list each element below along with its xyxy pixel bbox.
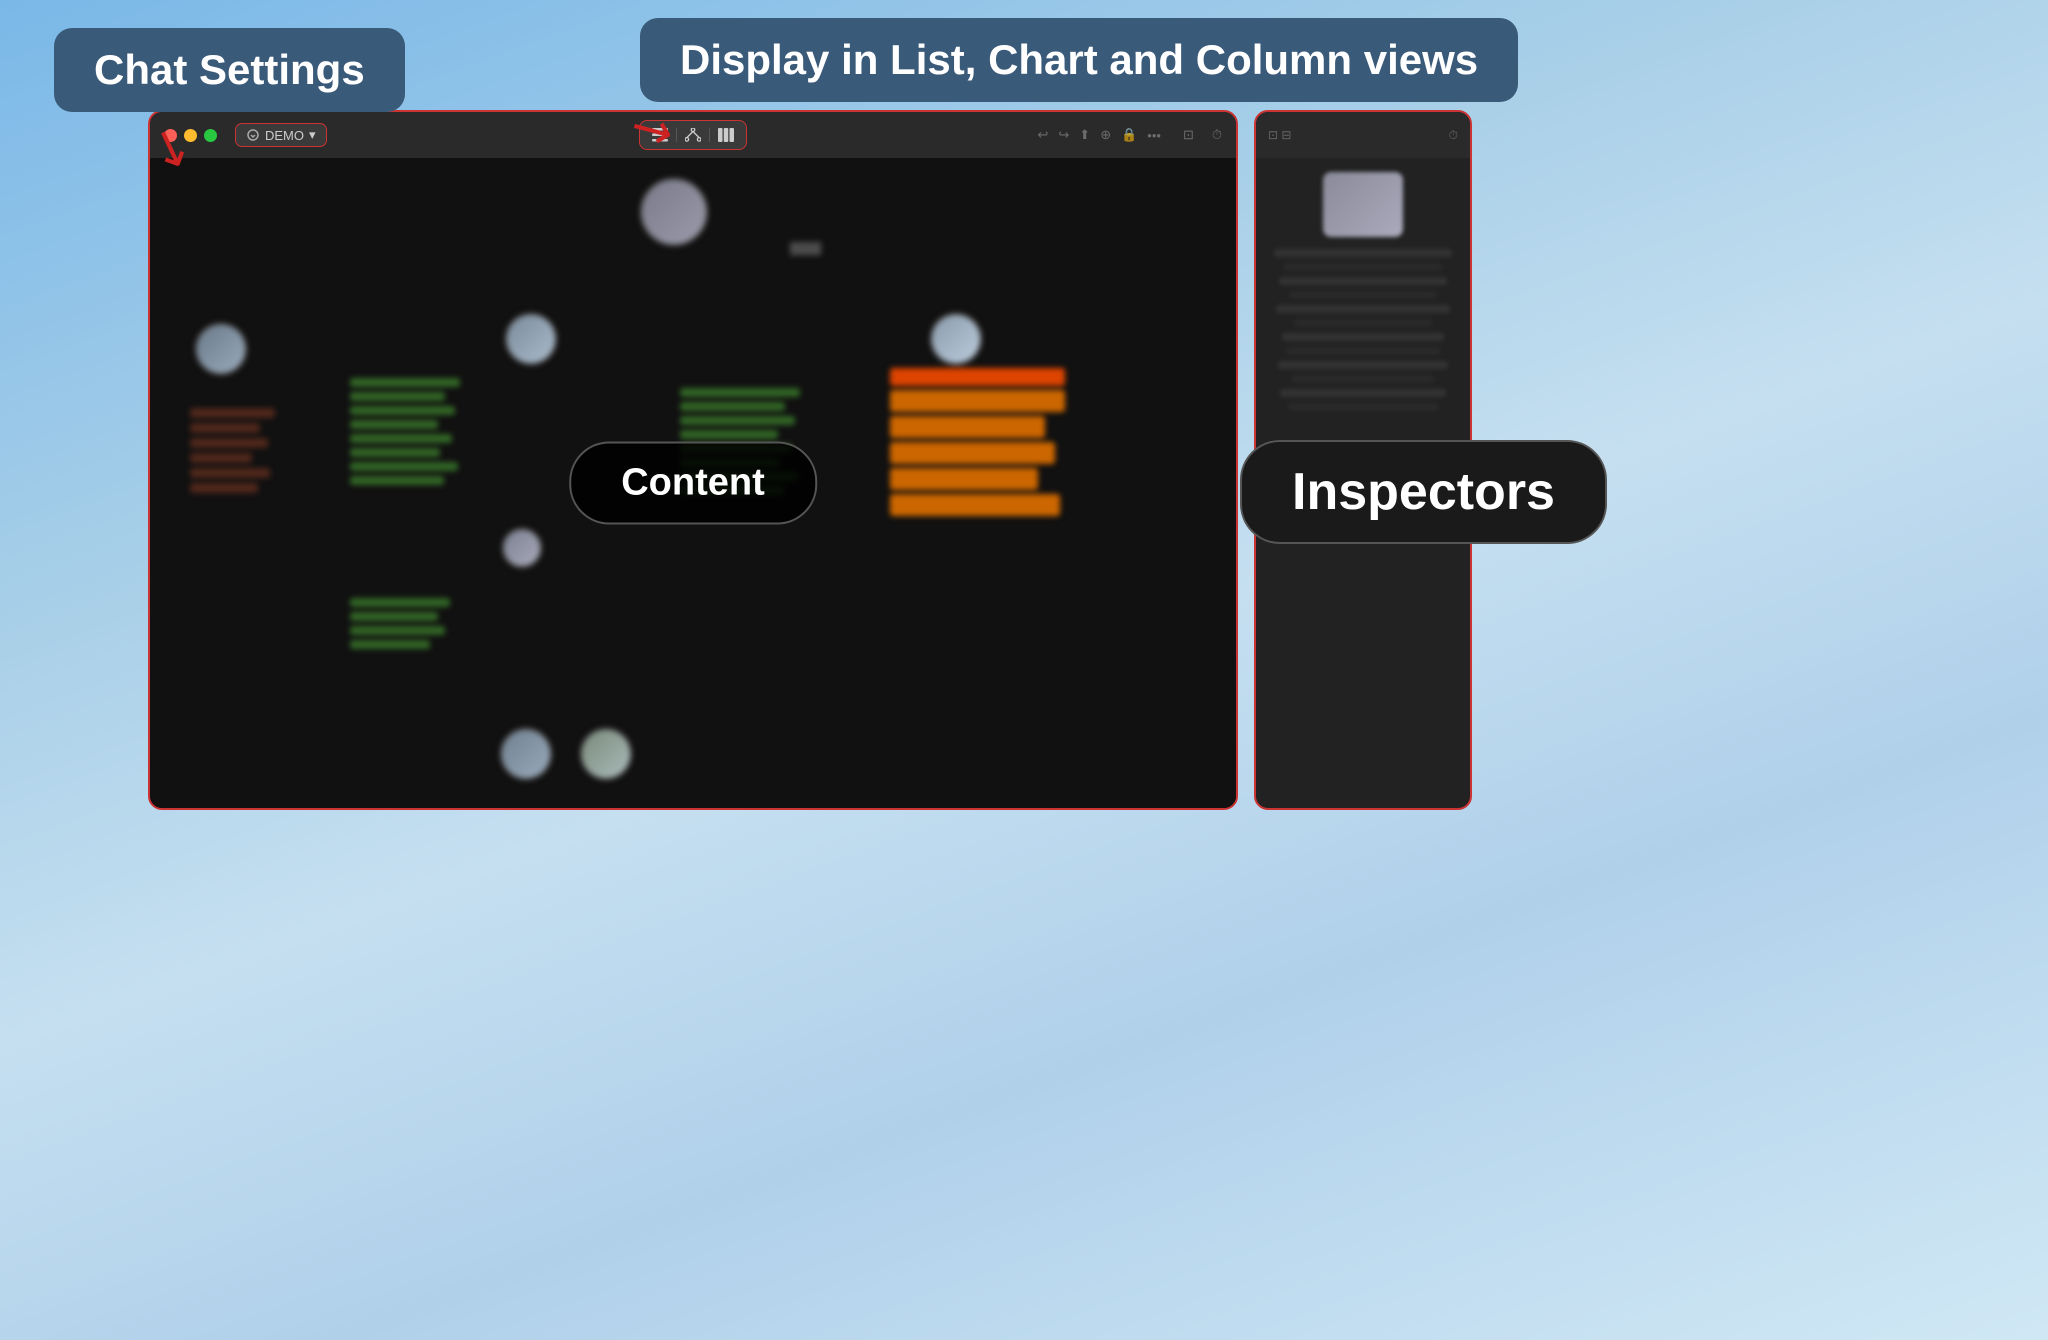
green-bar-lo2 xyxy=(350,612,438,621)
green-bar-l3 xyxy=(350,406,455,415)
avatar-node-bottom-right xyxy=(580,728,632,780)
chart-view-button[interactable] xyxy=(683,125,703,145)
demo-label: DEMO xyxy=(265,128,304,143)
panel-header-icons: ⊡ ⊟ xyxy=(1268,128,1291,142)
green-bar-lo4 xyxy=(350,640,430,649)
green-bar-l8 xyxy=(350,476,444,485)
inspectors-label: Inspectors xyxy=(1240,440,1607,544)
top-right-label: ████ xyxy=(790,243,821,255)
brown-bar-1 xyxy=(190,408,275,418)
orange-bar-2 xyxy=(890,416,1045,438)
green-bar-l4 xyxy=(350,420,438,429)
green-bar-c2 xyxy=(680,402,785,411)
content-label: Content xyxy=(569,442,817,525)
demo-chevron: ▾ xyxy=(309,127,316,143)
brown-bars-left xyxy=(190,408,275,493)
brown-bar-5 xyxy=(190,468,270,478)
inspectors-text: Inspectors xyxy=(1292,463,1555,521)
panel-line-3 xyxy=(1279,277,1447,285)
panel-line-10 xyxy=(1292,375,1435,383)
avatar-sub-left xyxy=(502,528,542,568)
green-bar-l1 xyxy=(350,378,460,387)
brown-bar-3 xyxy=(190,438,268,448)
orange-bar-5 xyxy=(890,494,1060,516)
org-chart-area: ████ xyxy=(150,158,1236,808)
title-bar: DEMO ▾ xyxy=(150,112,1236,158)
chat-settings-label: Chat Settings xyxy=(94,46,365,93)
green-bar-c1 xyxy=(680,388,800,397)
maximize-button[interactable] xyxy=(204,129,217,142)
inspectors-panel-header: ⊡ ⊟ ⏱ xyxy=(1256,112,1470,158)
green-bar-l2 xyxy=(350,392,445,401)
panel-line-8 xyxy=(1286,347,1440,355)
share-button[interactable]: ⬆ xyxy=(1079,127,1090,143)
demo-dropdown-button[interactable]: DEMO ▾ xyxy=(235,123,327,147)
panel-line-2 xyxy=(1284,263,1442,271)
green-bar-c4 xyxy=(680,430,778,439)
green-bar-l7 xyxy=(350,462,458,471)
sidebar-toggle[interactable]: ⊡ xyxy=(1183,127,1194,143)
content-text: Content xyxy=(621,462,765,504)
avatar-left xyxy=(195,323,247,375)
green-bar-lo1 xyxy=(350,598,450,607)
redo-button[interactable]: ↪ xyxy=(1058,127,1069,143)
settings-button[interactable]: ⊕ xyxy=(1100,127,1111,143)
avatar-top xyxy=(640,178,708,246)
brown-bar-6 xyxy=(190,483,258,493)
app-window: DEMO ▾ xyxy=(148,110,1238,810)
chat-settings-tooltip: Chat Settings xyxy=(54,28,405,112)
orange-header xyxy=(890,368,1065,386)
panel-line-11 xyxy=(1280,389,1446,397)
panel-line-12 xyxy=(1288,403,1438,411)
avatar-right xyxy=(930,313,982,365)
avatar-node-sub-left xyxy=(502,528,542,568)
panel-line-4 xyxy=(1289,291,1438,299)
display-views-tooltip: Display in List, Chart and Column views xyxy=(640,18,1518,102)
panel-line-9 xyxy=(1278,361,1448,369)
panel-line-5 xyxy=(1276,305,1450,313)
green-bars-left xyxy=(350,378,460,485)
orange-bar-3 xyxy=(890,442,1055,464)
avatar-center-left xyxy=(505,313,557,365)
undo-button[interactable]: ↩ xyxy=(1037,127,1048,143)
panel-header-right: ⏱ xyxy=(1449,128,1458,143)
panel-avatar xyxy=(1323,172,1403,237)
green-bar-l6 xyxy=(350,448,440,457)
avatar-node-right xyxy=(930,313,982,365)
panel-content xyxy=(1256,158,1470,419)
right-toolbar: ↩ ↪ ⬆ ⊕ 🔒 ••• ⊡ ⏱ xyxy=(1037,127,1222,143)
toolbar-sep-2 xyxy=(709,128,710,142)
avatar-node-left xyxy=(195,323,247,375)
orange-bar-4 xyxy=(890,468,1038,490)
panel-line-7 xyxy=(1282,333,1444,341)
orange-bar-1 xyxy=(890,390,1065,412)
clock-button[interactable]: ⏱ xyxy=(1212,127,1222,143)
green-bar-l5 xyxy=(350,434,452,443)
avatar-bottom-right xyxy=(580,728,632,780)
more-button[interactable]: ••• xyxy=(1147,128,1161,143)
green-bar-c3 xyxy=(680,416,795,425)
display-views-label: Display in List, Chart and Column views xyxy=(680,36,1478,83)
avatar-node-center-left xyxy=(505,313,557,365)
column-view-button[interactable] xyxy=(716,125,736,145)
orange-section xyxy=(890,368,1065,390)
orange-bars xyxy=(890,390,1065,516)
green-bar-lo3 xyxy=(350,626,445,635)
brown-bar-2 xyxy=(190,423,260,433)
panel-line-1 xyxy=(1274,249,1452,257)
brown-bar-4 xyxy=(190,453,252,463)
avatar-node-bottom-left xyxy=(500,728,552,780)
avatar-bottom-left xyxy=(500,728,552,780)
panel-line-6 xyxy=(1294,319,1433,327)
avatar-node-top xyxy=(640,178,708,246)
lock-button[interactable]: 🔒 xyxy=(1121,127,1137,143)
green-bars-lower xyxy=(350,598,450,649)
